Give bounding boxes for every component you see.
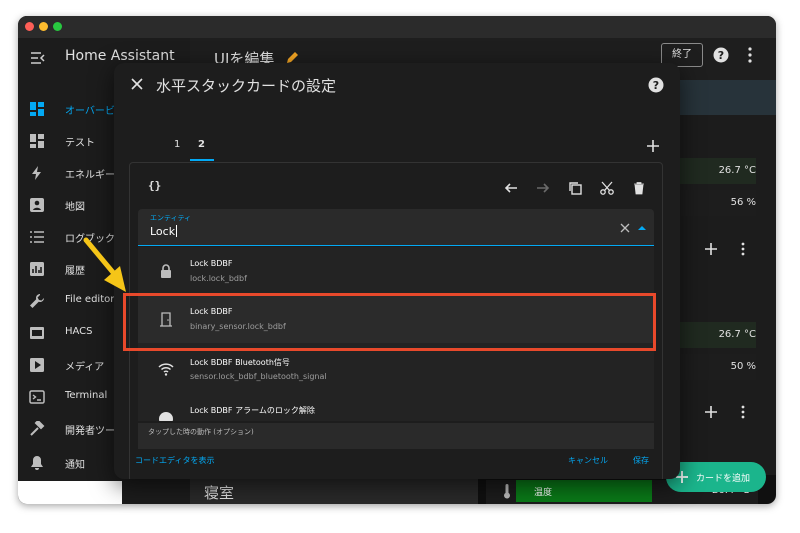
lightning-icon: [32, 166, 41, 180]
option-name: Lock BDBF: [190, 259, 233, 268]
sidebar-item-label: オーバービ: [65, 106, 115, 117]
chart-icon: [30, 262, 44, 276]
menu-collapse-icon[interactable]: [30, 50, 46, 66]
pointer-arrow-icon: [83, 237, 126, 292]
hacs-icon: [30, 327, 44, 339]
arrow-right-icon[interactable]: [536, 181, 550, 195]
list-item[interactable]: Lock BDBF アラームのロック解除: [138, 393, 654, 421]
card-bedroom: 寝室: [190, 478, 478, 504]
more-vert-icon[interactable]: [736, 242, 750, 256]
more-vert-icon[interactable]: [744, 46, 756, 64]
help-icon[interactable]: ?: [713, 47, 729, 63]
sensor-value: 26.7 °C: [718, 165, 756, 176]
dialog-title: 水平スタックカードの設定: [156, 77, 337, 95]
sidebar-item-label: エネルギー: [65, 170, 115, 181]
add-icon[interactable]: [646, 139, 660, 153]
add-card-label: カードを追加: [696, 474, 751, 484]
dashboard-icon: [30, 134, 44, 148]
sidebar-item-label: Terminal: [65, 390, 108, 401]
chevron-up-icon[interactable]: [638, 225, 646, 231]
sensor-value: 56 %: [730, 197, 756, 208]
option-entity-id: sensor.lock_bdbf_bluetooth_signal: [190, 372, 327, 381]
show-code-editor-button[interactable]: コードエディタを表示: [135, 455, 214, 466]
clear-icon[interactable]: [620, 223, 630, 233]
temperature-label: 温度: [534, 488, 553, 498]
wifi-icon: [158, 363, 174, 376]
add-icon[interactable]: [704, 242, 718, 256]
minimize-window-button[interactable]: [39, 22, 48, 31]
close-window-button[interactable]: [25, 22, 34, 31]
tap-action-select[interactable]: タップした時の動作 (オプション): [138, 423, 654, 449]
tab-card-2[interactable]: 2: [198, 139, 205, 150]
entity-combobox[interactable]: エンティティ Lock: [138, 209, 654, 246]
lock-icon: [161, 264, 171, 278]
sidebar-item-label: 開発者ツー: [65, 426, 115, 437]
sidebar-item-label: HACS: [65, 326, 93, 337]
svg-text:?: ?: [718, 49, 724, 62]
add-card-button[interactable]: カードを追加: [666, 462, 766, 492]
sidebar-item-label: 地図: [65, 202, 85, 213]
maximize-window-button[interactable]: [53, 22, 62, 31]
svg-text:?: ?: [653, 79, 659, 92]
option-entity-id: lock.lock_bdbf: [190, 274, 247, 283]
media-icon: [30, 358, 44, 372]
card-title: 寝室: [204, 484, 235, 502]
close-icon[interactable]: [130, 77, 144, 91]
tap-action-label: タップした時の動作 (オプション): [148, 428, 254, 436]
help-icon[interactable]: ?: [648, 77, 664, 93]
gauge-icon: [159, 412, 173, 421]
sensor-value: 50 %: [730, 361, 756, 372]
map-icon: [30, 198, 44, 212]
option-name: Lock BDBF Bluetooth信号: [190, 358, 290, 367]
save-button[interactable]: 保存: [633, 455, 649, 466]
more-vert-icon[interactable]: [736, 405, 750, 419]
delete-icon[interactable]: [632, 181, 646, 195]
tab-card-1[interactable]: 1: [174, 139, 180, 150]
sidebar-item-label: テスト: [65, 138, 95, 149]
option-name: Lock BDBF アラームのロック解除: [190, 406, 315, 415]
cancel-button[interactable]: キャンセル: [568, 455, 608, 466]
terminal-icon: [29, 390, 45, 404]
cut-icon[interactable]: [600, 181, 614, 195]
dashboard-icon: [30, 102, 44, 116]
pencil-icon[interactable]: [286, 50, 300, 64]
entity-field-label: エンティティ: [150, 214, 192, 222]
sidebar-item-label: 通知: [65, 460, 85, 471]
card-config-dialog: 水平スタックカードの設定 ? 1 2 {} エンティティ Lock Lock B…: [114, 63, 680, 479]
copy-icon[interactable]: [568, 181, 582, 195]
sensor-value: 26.7 °C: [718, 329, 756, 340]
active-tab-indicator: [190, 159, 214, 161]
thermometer-icon: [504, 484, 510, 499]
list-item[interactable]: Lock BDBF Bluetooth信号 sensor.lock_bdbf_b…: [138, 345, 654, 393]
window-titlebar: [18, 16, 776, 38]
code-editor-toggle[interactable]: {}: [148, 179, 161, 192]
wrench-icon: [30, 293, 45, 308]
sidebar-item-label: メディア: [65, 362, 105, 373]
app-title: Home Assistant: [65, 48, 175, 64]
arrow-left-icon[interactable]: [504, 181, 518, 195]
hammer-icon: [30, 421, 45, 436]
entity-input[interactable]: Lock: [150, 225, 178, 238]
add-icon[interactable]: [704, 405, 718, 419]
redacted-area: [18, 481, 122, 504]
highlight-box: [123, 293, 656, 351]
list-icon: [30, 231, 44, 243]
list-item[interactable]: Lock BDBF lock.lock_bdbf: [138, 247, 654, 295]
bell-icon: [31, 456, 43, 470]
